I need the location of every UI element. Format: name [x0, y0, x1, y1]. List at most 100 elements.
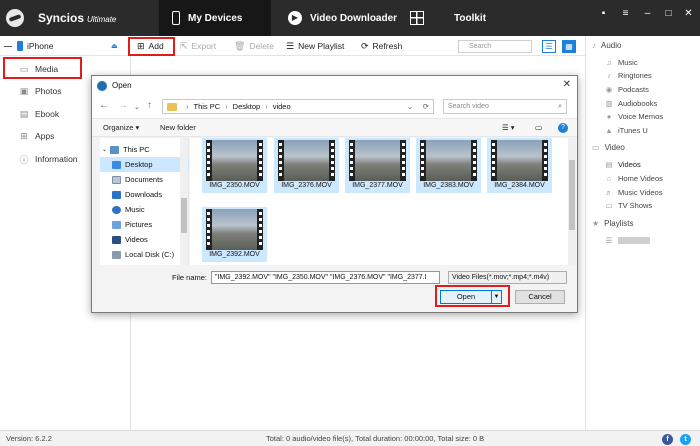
refresh-icon[interactable]: ⟳: [423, 102, 429, 111]
list-view-icon[interactable]: ☰: [542, 40, 556, 53]
nav-item-pictures[interactable]: Pictures: [100, 217, 189, 232]
breadcrumb-desktop[interactable]: Desktop: [233, 102, 261, 111]
dialog-close-icon[interactable]: ✕: [563, 79, 571, 90]
facebook-icon[interactable]: f: [662, 434, 673, 445]
nav-item-local-disk[interactable]: Local Disk (C:): [100, 247, 189, 262]
playlist-item[interactable]: ☰: [604, 236, 650, 245]
file-type-select[interactable]: Video Files(*.mov;*.mp4;*.m4v): [448, 271, 567, 284]
file-item[interactable]: IMG_2383.MOV: [416, 138, 481, 193]
back-arrow-icon[interactable]: ←: [99, 100, 109, 111]
delete-button[interactable]: 🗑 Delete: [234, 36, 274, 56]
tab-my-devices[interactable]: My Devices: [159, 0, 271, 36]
refresh-button[interactable]: ⟳ Refresh: [361, 36, 402, 56]
video-item-home-videos[interactable]: ⌂ Home Videos: [604, 174, 663, 183]
video-item-label: Videos: [618, 160, 641, 169]
close-icon[interactable]: ✕: [683, 8, 694, 19]
nav-item-downloads[interactable]: Downloads: [100, 187, 189, 202]
video-item-tv-shows[interactable]: ▭ TV Shows: [604, 201, 652, 210]
video-item-videos[interactable]: ▤ Videos: [604, 160, 641, 169]
export-button[interactable]: ⇱ Export: [180, 36, 216, 56]
menu-icon[interactable]: ≡: [620, 8, 631, 19]
file-item[interactable]: IMG_2384.MOV: [487, 138, 552, 193]
video-thumbnail: [278, 140, 335, 181]
audio-item-audiobooks[interactable]: ▥ Audiobooks: [604, 99, 657, 108]
dialog-app-icon: [97, 80, 107, 91]
downloads-icon: [112, 190, 121, 199]
tv-icon: ▭: [605, 201, 613, 210]
file-item[interactable]: IMG_2377.MOV: [345, 138, 410, 193]
maximize-icon[interactable]: □: [663, 8, 674, 19]
audio-item-podcasts[interactable]: ◉ Podcasts: [604, 85, 649, 94]
nav-item-label: Music: [125, 205, 145, 214]
file-item[interactable]: IMG_2376.MOV: [274, 138, 339, 193]
audio-item-itunes-u[interactable]: ▲ iTunes U: [604, 126, 647, 135]
nav-item-label: Downloads: [125, 190, 163, 199]
home-icon: ⌂: [606, 174, 612, 183]
recent-dropdown-icon[interactable]: ⌄: [134, 103, 140, 111]
search-input[interactable]: Search: [458, 40, 532, 53]
audio-item-ringtones[interactable]: ♪ Ringtones: [604, 71, 652, 80]
documents-icon: [112, 175, 121, 184]
nav-item-music[interactable]: Music: [100, 202, 189, 217]
address-dropdown-icon[interactable]: ⌄: [407, 102, 413, 111]
file-list-scrollbar[interactable]: [568, 138, 576, 265]
forward-arrow-icon[interactable]: →: [118, 100, 128, 111]
thumbnail-image: [426, 140, 471, 181]
breadcrumb-video[interactable]: video: [273, 102, 291, 111]
up-arrow-icon[interactable]: ↑: [147, 100, 152, 111]
audio-item-label: Voice Memos: [618, 112, 664, 121]
media-icon: ▭: [19, 63, 29, 74]
video-thumbnail: [206, 140, 263, 181]
nav-item-desktop[interactable]: Desktop: [100, 157, 189, 172]
nav-pane-scrollbar[interactable]: [180, 138, 188, 265]
preview-pane-icon[interactable]: ▭: [535, 123, 542, 132]
open-dropdown-icon[interactable]: ▼: [491, 291, 501, 303]
video-icon: ▭: [592, 143, 600, 152]
tab-video-downloader[interactable]: ▶ Video Downloader: [283, 0, 398, 36]
nav-item-label: This PC: [123, 145, 150, 154]
scrollbar-thumb[interactable]: [569, 160, 575, 230]
address-bar[interactable]: › This PC › Desktop › video ⌄ ⟳: [162, 99, 434, 114]
refresh-icon: ⟳: [361, 40, 369, 51]
breadcrumb-this-pc[interactable]: This PC: [194, 102, 221, 111]
nav-item-documents[interactable]: Documents: [100, 172, 189, 187]
nav-item-videos[interactable]: Videos: [100, 232, 189, 247]
minimize-icon[interactable]: –: [642, 8, 653, 19]
tab-toolkit[interactable]: Toolkit: [405, 0, 505, 36]
help-icon[interactable]: ?: [558, 123, 568, 133]
info-icon: ⓘ: [19, 154, 29, 165]
add-button[interactable]: ⊞ Add: [137, 36, 164, 56]
video-item-music-videos[interactable]: ♬ Music Videos: [604, 188, 662, 197]
audio-item-voice-memos[interactable]: ● Voice Memos: [604, 112, 663, 121]
organize-button[interactable]: Organize ▾: [103, 123, 139, 132]
eject-icon[interactable]: ⏏: [111, 36, 118, 56]
device-selector[interactable]: iPhone: [4, 36, 53, 56]
file-item[interactable]: IMG_2350.MOV: [202, 138, 267, 193]
scrollbar-thumb[interactable]: [181, 198, 187, 233]
video-label: Video: [604, 143, 625, 152]
change-view-icon[interactable]: ☰ ▾: [502, 123, 515, 132]
file-type-value: Video Files(*.mov;*.mp4;*.m4v): [452, 274, 550, 281]
sidebar-item-label: Ebook: [35, 109, 60, 119]
list-icon: ☰: [605, 236, 613, 245]
bell-icon: ♪: [607, 71, 611, 80]
cancel-button[interactable]: Cancel: [515, 290, 565, 304]
dialog-search-input[interactable]: Search video ⌕: [443, 99, 567, 114]
music-video-icon: ♬: [605, 188, 613, 197]
open-button[interactable]: Open ▼: [440, 290, 502, 304]
folder-icon: [167, 102, 177, 111]
nav-item-this-pc[interactable]: ⌄ This PC: [102, 142, 191, 157]
twitter-icon[interactable]: t: [680, 434, 691, 445]
file-name-input[interactable]: "IMG_2392.MOV" "IMG_2350.MOV" "IMG_2376.…: [211, 271, 440, 284]
audio-item-music[interactable]: ♫ Music: [604, 58, 637, 67]
graduation-icon: ▲: [605, 126, 613, 135]
file-item[interactable]: IMG_2392.MOV: [202, 207, 267, 262]
new-playlist-button[interactable]: ☰ New Playlist: [286, 36, 344, 56]
app-name-text: Syncios: [38, 11, 85, 25]
grid-view-icon[interactable]: ▦: [562, 40, 576, 53]
new-folder-button[interactable]: New folder: [160, 123, 196, 132]
file-name: IMG_2383.MOV: [423, 182, 474, 189]
chat-icon[interactable]: ▪: [598, 8, 609, 19]
sidebar-item-label: Photos: [35, 86, 62, 96]
nav-item-label: Desktop: [125, 160, 153, 169]
